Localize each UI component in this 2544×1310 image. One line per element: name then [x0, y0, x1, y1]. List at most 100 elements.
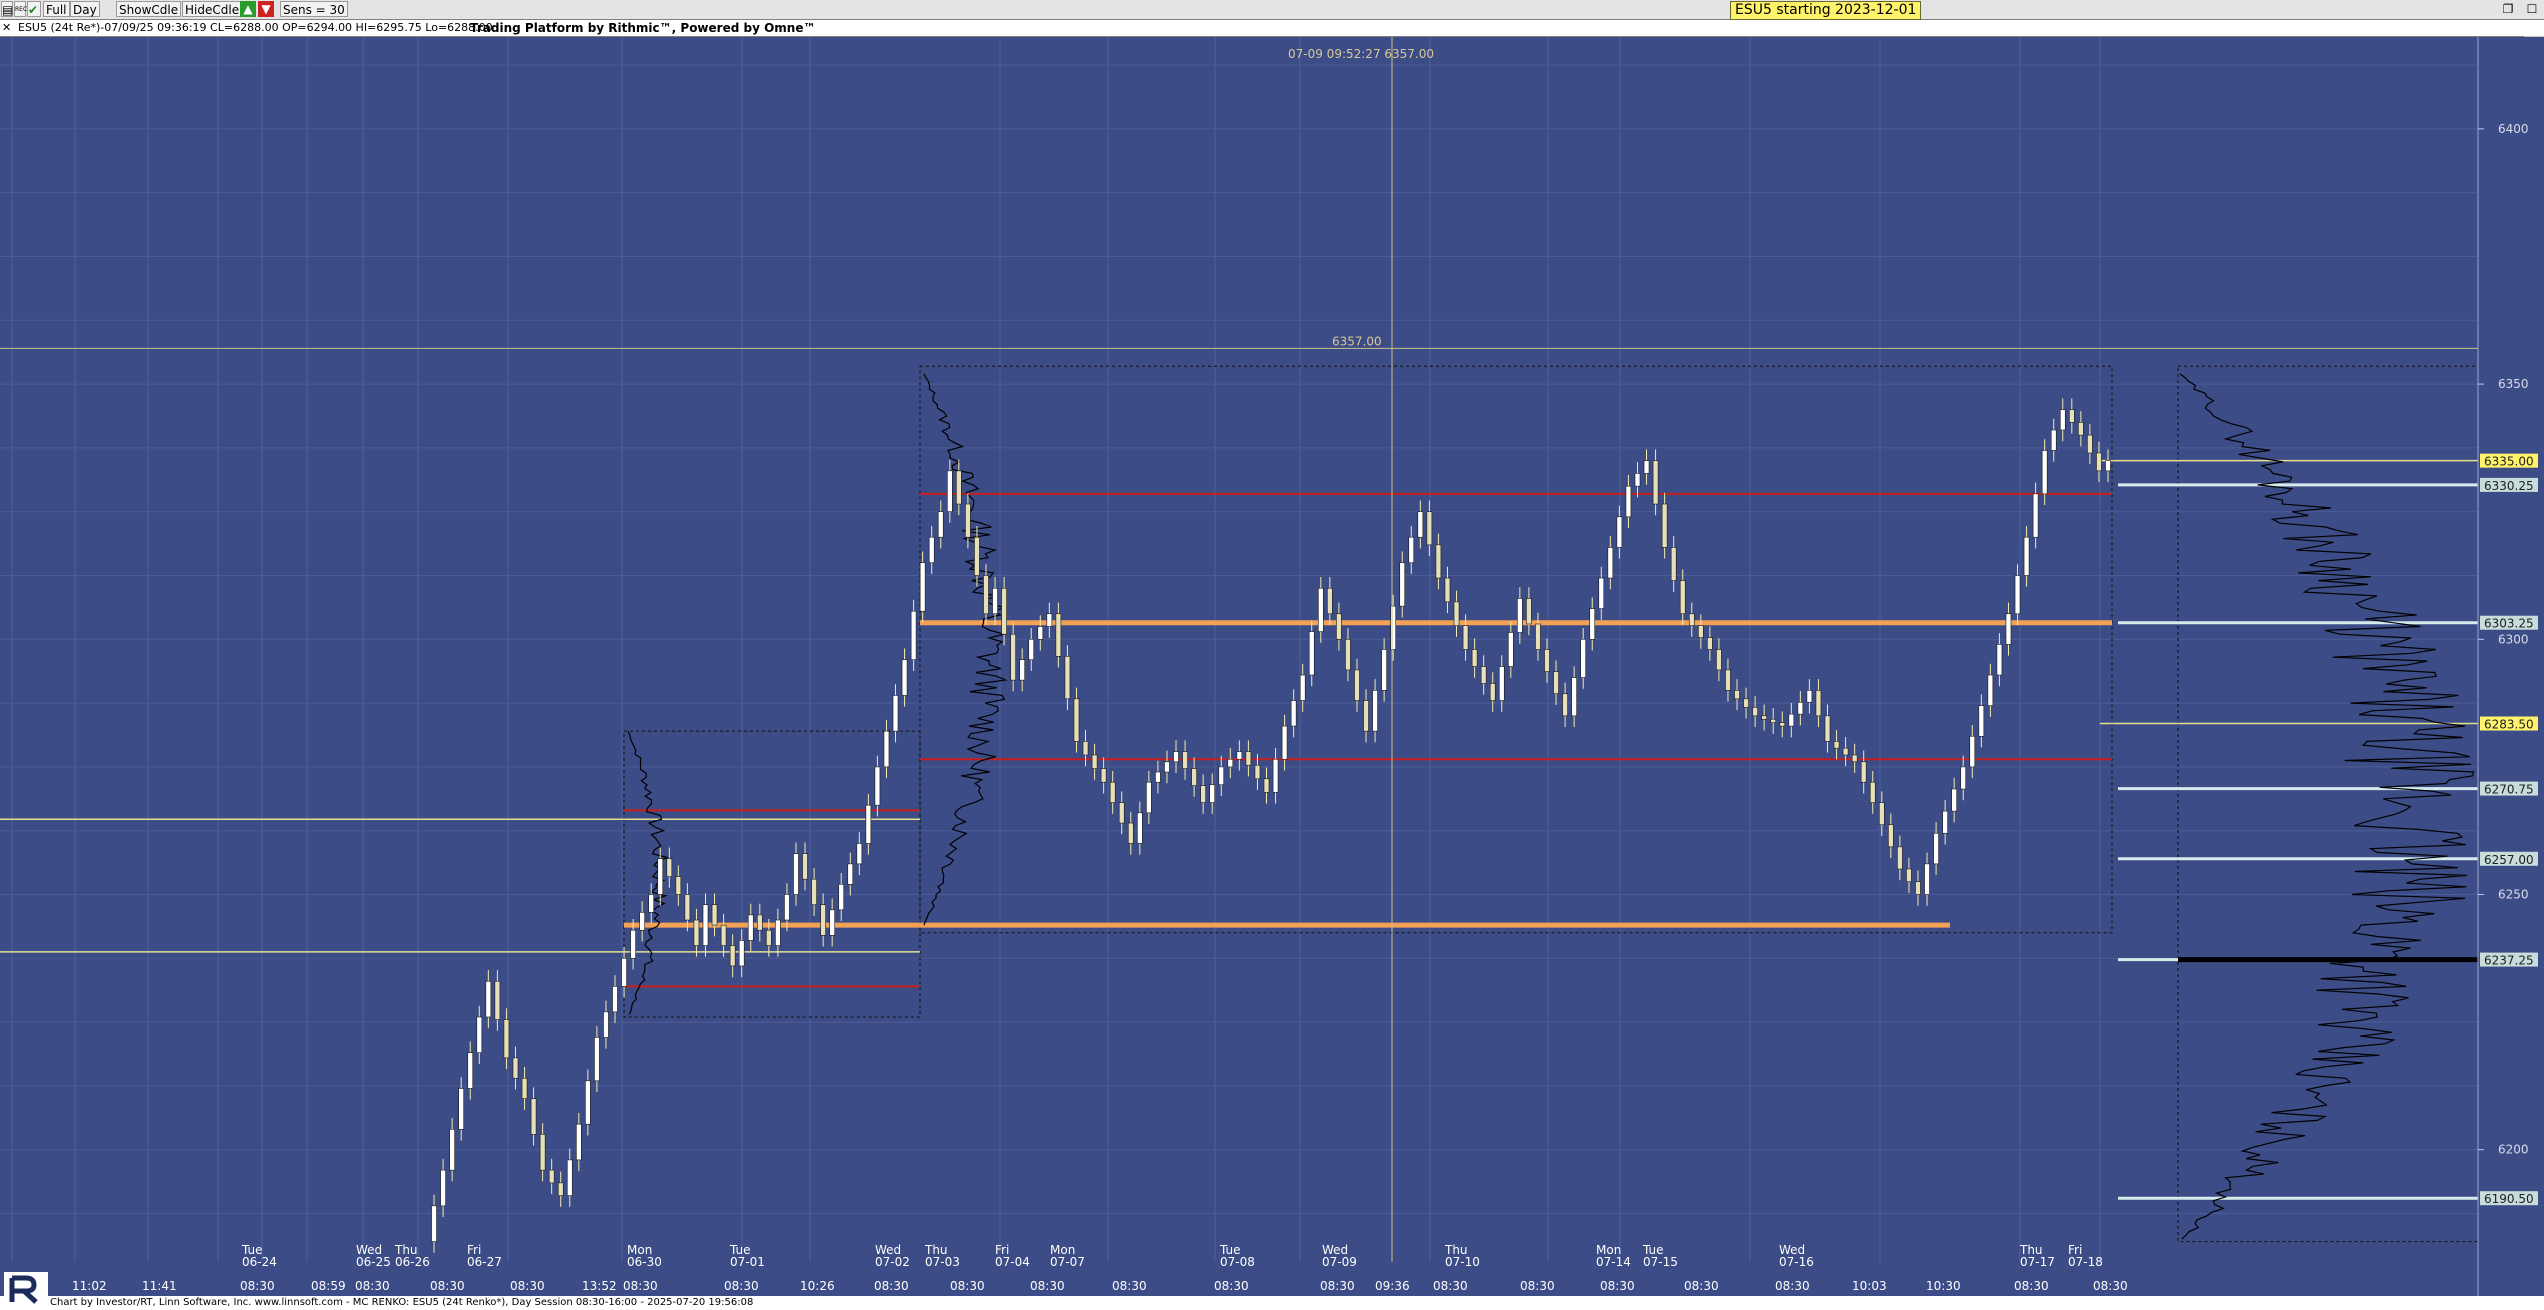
day-date-label: 06-30: [627, 1255, 662, 1269]
candle-up: [657, 858, 664, 895]
close-icon[interactable]: ✕: [2, 20, 11, 36]
down-arrow-icon[interactable]: ▼: [258, 1, 274, 17]
candle-down: [1897, 846, 1903, 870]
day-date-label: 07-15: [1643, 1255, 1678, 1269]
candle-down: [1553, 671, 1559, 695]
price-label-text: 6190.50: [2484, 1192, 2534, 1206]
price-label-text: 6330.25: [2484, 479, 2534, 493]
price-label-text: 6257.00: [2484, 853, 2534, 867]
candle-up: [937, 511, 944, 538]
time-label: 08:30: [2014, 1279, 2049, 1293]
candle-up: [1399, 562, 1406, 607]
candle-up: [1209, 784, 1215, 803]
candle-up: [603, 1011, 609, 1038]
candle-up: [1046, 613, 1053, 627]
hide-candle-button[interactable]: HideCdle: [182, 1, 243, 17]
candle-up: [1146, 781, 1152, 814]
candle-up: [1037, 626, 1044, 640]
candle-up: [919, 562, 926, 612]
candle-up: [874, 766, 881, 806]
candle-up: [1155, 771, 1161, 783]
candle-down: [1073, 698, 1080, 742]
candle-up: [476, 1016, 483, 1054]
candle-up: [449, 1128, 455, 1171]
time-label: 08:30: [1112, 1279, 1147, 1293]
day-date-label: 06-26: [395, 1255, 430, 1269]
candle-down: [1471, 649, 1478, 667]
candle-up: [1381, 649, 1387, 691]
candle-up: [1408, 536, 1415, 564]
time-label: 08:30: [1775, 1279, 1810, 1293]
candle-up: [1417, 511, 1424, 538]
day-date-label: 07-03: [925, 1255, 960, 1269]
candle-up: [1996, 644, 2003, 676]
candle-up: [702, 904, 709, 946]
candle-down: [539, 1134, 546, 1171]
day-date-label: 07-18: [2068, 1255, 2103, 1269]
candle-down: [1707, 637, 1713, 650]
candle-down: [1489, 683, 1496, 701]
check-icon[interactable]: ✔: [27, 1, 41, 17]
candle-up: [458, 1088, 464, 1130]
candle-down: [1716, 649, 1722, 671]
day-button[interactable]: Day: [70, 1, 100, 17]
candle-down: [766, 929, 772, 946]
candle-down: [1544, 649, 1550, 672]
candle-down: [1734, 690, 1740, 700]
price-label-text: 6335.00: [2484, 455, 2534, 469]
candle-down: [1055, 613, 1062, 657]
time-label: 08:30: [1520, 1279, 1555, 1293]
candle-up: [1625, 485, 1632, 518]
time-label: 08:30: [1684, 1279, 1719, 1293]
candle-up: [1272, 758, 1279, 793]
candle-down: [1462, 625, 1469, 650]
candle-up: [1308, 631, 1315, 676]
candle-down: [512, 1057, 519, 1079]
candle-up: [947, 470, 953, 512]
full-button[interactable]: Full: [43, 1, 70, 17]
time-label: 08:59: [311, 1279, 346, 1293]
footer: Chart by Investor/RT, Linn Software, Inc…: [0, 1296, 2544, 1310]
symbol-title-badge: ESU5 starting 2023-12-01: [1730, 1, 1922, 20]
y-tick-label: 6300: [2498, 632, 2529, 646]
price-chart[interactable]: 6200 6250 6300 6350 6400 6335.00 6330.25 6303.…: [0, 37, 2544, 1296]
candle-down: [1860, 761, 1867, 783]
rec-button[interactable]: REC: [14, 1, 27, 17]
time-label: 08:30: [950, 1279, 985, 1293]
price-label-text: 6283.50: [2484, 718, 2534, 732]
show-candle-button[interactable]: ShowCdle: [116, 1, 182, 17]
candle-down: [1100, 768, 1107, 783]
candle-up: [1643, 460, 1650, 474]
candle-up: [467, 1052, 474, 1089]
candle-up: [1227, 758, 1234, 768]
candle-up: [2014, 575, 2021, 615]
sens-field[interactable]: Sens = 30: [280, 1, 348, 17]
menu-icon[interactable]: ▤: [1, 1, 13, 17]
candle-up: [892, 695, 899, 732]
day-date-label: 07-16: [1779, 1255, 1814, 1269]
candle-up: [566, 1159, 573, 1196]
candle-up: [992, 587, 998, 615]
candle-up: [738, 940, 745, 967]
candle-up: [1942, 810, 1948, 834]
candle-up: [612, 986, 618, 1013]
candle-up: [1933, 832, 1939, 865]
maximize-icon[interactable]: ☐: [2524, 1, 2540, 17]
platform-brand: Trading Platform by Rithmic™, Powered by…: [470, 21, 816, 35]
candle-up: [1517, 598, 1523, 633]
time-label: 10:26: [800, 1279, 835, 1293]
candle-up: [838, 883, 845, 911]
candle-up: [1969, 735, 1976, 768]
candle-up: [1598, 577, 1605, 609]
restore-icon[interactable]: ❐: [2500, 1, 2516, 17]
candle-down: [1191, 768, 1197, 786]
up-arrow-icon[interactable]: ▲: [240, 1, 256, 17]
candle-down: [548, 1169, 555, 1184]
candle-down: [1770, 718, 1776, 723]
candle-up: [1634, 473, 1641, 487]
candle-down: [1526, 598, 1532, 625]
day-date-label: 07-09: [1322, 1255, 1357, 1269]
time-label: 11:02: [72, 1279, 107, 1293]
candle-down: [1879, 802, 1885, 826]
candle-down: [1082, 741, 1089, 756]
